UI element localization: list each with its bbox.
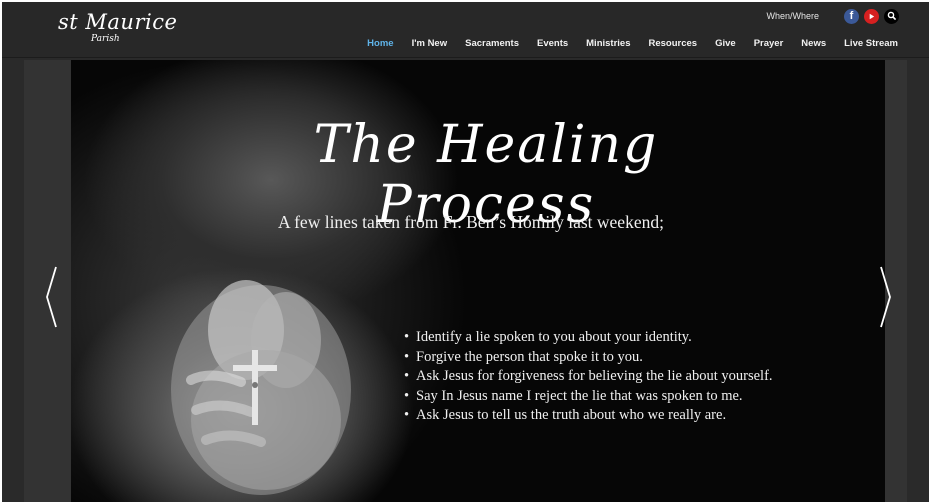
main-nav: Home I'm New Sacraments Events Ministrie…: [349, 38, 898, 62]
youtube-icon[interactable]: [864, 8, 879, 24]
hero-slider: The Healing Process A few lines taken fr…: [24, 60, 907, 502]
youtube-play-shape: [869, 13, 875, 19]
nav-ministries[interactable]: Ministries: [586, 38, 630, 55]
logo-sub-text: Parish: [91, 34, 120, 44]
search-icon[interactable]: [884, 8, 899, 24]
nav-give[interactable]: Give: [715, 38, 736, 55]
bullet-item: Say In Jesus name I reject the lie that …: [404, 387, 773, 407]
logo-main-text: st Maurice: [58, 10, 178, 34]
nav-home[interactable]: Home: [358, 38, 404, 62]
site-header: st Maurice Parish When/Where f Home I'm …: [2, 2, 929, 62]
slider-next-arrow-icon[interactable]: [877, 265, 893, 329]
facebook-glyph: f: [849, 10, 854, 22]
search-glyph: [887, 11, 896, 21]
facebook-icon[interactable]: f: [844, 8, 859, 24]
nav-prayer[interactable]: Prayer: [754, 38, 784, 55]
nav-im-new[interactable]: I'm New: [412, 38, 448, 55]
praying-hands-image: [171, 280, 351, 495]
slide-subtitle: A few lines taken from Fr. Ben’s Homily …: [278, 212, 664, 232]
nav-sacraments[interactable]: Sacraments: [465, 38, 519, 55]
site-logo[interactable]: st Maurice Parish: [58, 10, 177, 44]
when-where-link[interactable]: When/Where: [766, 11, 819, 21]
hero-slide: The Healing Process A few lines taken fr…: [71, 60, 885, 502]
utility-bar: When/Where f: [766, 7, 899, 25]
nav-resources[interactable]: Resources: [649, 38, 698, 55]
bullet-item: Identify a lie spoken to you about your …: [404, 328, 773, 348]
slider-prev-arrow-icon[interactable]: [44, 265, 60, 329]
nav-news[interactable]: News: [801, 38, 826, 55]
browser-viewport: st Maurice Parish When/Where f Home I'm …: [2, 2, 929, 502]
nav-events[interactable]: Events: [537, 38, 568, 55]
nav-live-stream[interactable]: Live Stream: [844, 38, 898, 55]
bullet-item: Forgive the person that spoke it to you.: [404, 348, 773, 368]
slide-bullet-list: Identify a lie spoken to you about your …: [404, 328, 773, 426]
bullet-item: Ask Jesus to tell us the truth about who…: [404, 406, 773, 426]
bullet-item: Ask Jesus for forgiveness for believing …: [404, 367, 773, 387]
